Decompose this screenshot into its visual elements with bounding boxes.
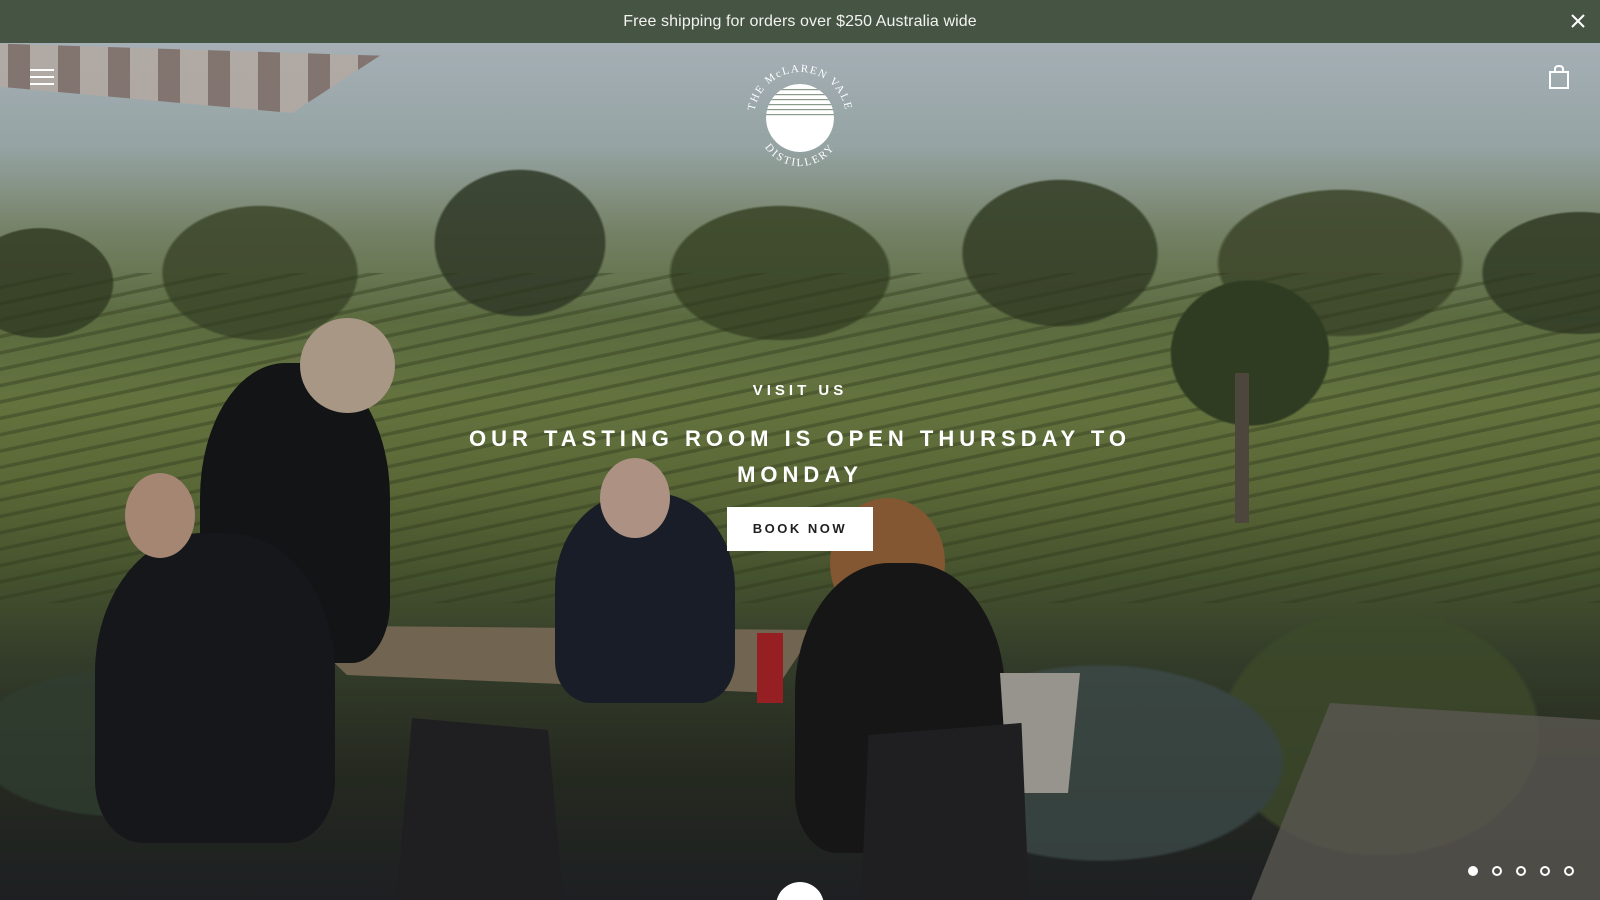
site-logo[interactable]: THE McLAREN VALE DISTILLERY (740, 58, 860, 178)
announcement-bar: Free shipping for orders over $250 Austr… (0, 0, 1600, 43)
close-icon[interactable] (1568, 11, 1588, 31)
slide-dot[interactable] (1540, 866, 1550, 876)
slide-dot[interactable] (1492, 866, 1502, 876)
shopping-bag-icon[interactable] (1547, 64, 1571, 90)
slide-dot[interactable] (1564, 866, 1574, 876)
hero-headline: OUR TASTING ROOM IS OPEN THURSDAY TO MON… (468, 426, 1131, 487)
slide-dot[interactable] (1468, 866, 1478, 876)
hamburger-menu-icon[interactable] (30, 68, 54, 86)
slideshow-pagination (1468, 866, 1574, 876)
slide-dot[interactable] (1516, 866, 1526, 876)
announcement-text: Free shipping for orders over $250 Austr… (623, 12, 977, 30)
book-now-button[interactable]: BOOK NOW (727, 507, 873, 551)
hero-content: VISIT US OUR TASTING ROOM IS OPEN THURSD… (0, 382, 1600, 551)
hero-eyebrow: VISIT US (752, 382, 848, 399)
